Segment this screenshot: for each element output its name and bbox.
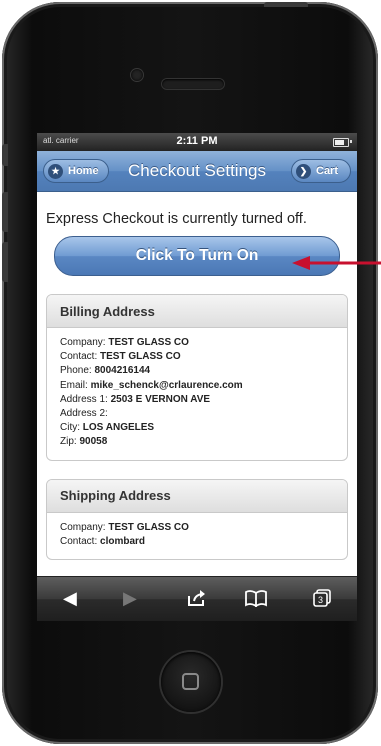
mute-switch — [2, 144, 8, 166]
annotation-arrow-icon — [292, 256, 381, 270]
billing-zip-value: 90058 — [79, 436, 108, 448]
billing-address-heading: Billing Address — [47, 295, 347, 328]
header-bar: ★ Home Checkout Settings ❯ Cart — [37, 151, 357, 192]
battery-tip — [350, 140, 352, 143]
status-bar: atl. carrier 2:11 PM — [37, 133, 357, 151]
billing-address-body: Company: TEST GLASS CO Contact: TEST GLA… — [47, 328, 347, 460]
billing-phone-value: 8004216144 — [94, 365, 151, 377]
billing-city-label: City: — [60, 422, 80, 434]
billing-address2-label: Address 2: — [60, 408, 108, 420]
billing-company-value: TEST GLASS CO — [108, 337, 189, 348]
shipping-contact-row: Contact: clombard — [60, 535, 334, 549]
arrow-head — [292, 256, 310, 270]
front-camera — [131, 69, 143, 81]
home-square-icon — [182, 673, 199, 690]
billing-address2-row: Address 2: — [60, 407, 334, 421]
shipping-address-body: Company: TEST GLASS CO Contact: clombard — [47, 513, 347, 559]
billing-contact-value: TEST GLASS CO — [100, 351, 181, 363]
status-time: 2:11 PM — [176, 135, 218, 147]
billing-contact-label: Contact: — [60, 351, 98, 363]
shipping-address-card: Shipping Address Company: TEST GLASS CO … — [46, 478, 348, 561]
bookmarks-icon[interactable] — [245, 589, 267, 610]
sleep-button — [264, 2, 308, 7]
billing-zip-label: Zip: — [60, 436, 77, 448]
phone-screen: atl. carrier 2:11 PM ★ Home Checkout Set… — [37, 133, 357, 621]
forward-arrow-icon[interactable]: ▶ — [123, 589, 137, 607]
back-arrow-icon[interactable]: ◀ — [63, 589, 77, 607]
shipping-company-label: Company: — [60, 521, 106, 533]
volume-up-button — [2, 192, 8, 232]
billing-zip-row: Zip: 90058 — [60, 435, 334, 449]
browser-toolbar: ◀ ▶ 3 — [37, 576, 357, 621]
tabs-count: 3 — [318, 595, 323, 605]
shipping-address-heading: Shipping Address — [47, 479, 347, 513]
billing-email-value: mike_schenck@crlaurence.com — [90, 379, 243, 391]
shipping-company-value: TEST GLASS CO — [108, 521, 189, 533]
billing-address1-label: Address 1: — [60, 393, 108, 405]
battery-icon — [333, 138, 349, 147]
billing-email-label: Email: — [60, 379, 88, 391]
billing-contact-row: Contact: TEST GLASS CO — [60, 350, 334, 364]
billing-city-value: LOS ANGELES — [82, 422, 155, 434]
tabs-icon[interactable]: 3 — [313, 589, 331, 614]
earpiece-speaker — [162, 79, 224, 89]
billing-address1-value: 2503 E VERNON AVE — [110, 393, 211, 405]
shipping-company-row: Company: TEST GLASS CO — [60, 521, 334, 535]
billing-city-row: City: LOS ANGELES — [60, 421, 334, 435]
billing-company-row: Company: TEST GLASS CO — [60, 336, 334, 350]
billing-phone-row: Phone: 8004216144 — [60, 364, 334, 378]
express-checkout-status: Express Checkout is currently turned off… — [46, 211, 307, 227]
chevron-right-icon: ❯ — [296, 163, 311, 179]
shipping-contact-label: Contact: — [60, 535, 98, 547]
billing-company-label: Company: — [60, 337, 106, 348]
billing-email-row: Email: mike_schenck@crlaurence.com — [60, 379, 334, 393]
share-icon[interactable] — [187, 589, 207, 610]
billing-address-card: Billing Address Company: TEST GLASS CO C… — [46, 294, 348, 461]
volume-down-button — [2, 242, 8, 282]
cart-button[interactable]: ❯ Cart — [291, 159, 351, 183]
billing-address1-row: Address 1: 2503 E VERNON AVE — [60, 393, 334, 407]
cart-button-label: Cart — [316, 165, 339, 177]
billing-phone-label: Phone: — [60, 365, 92, 377]
shipping-contact-value: clombard — [100, 535, 146, 547]
home-hardware-button[interactable] — [161, 652, 221, 712]
